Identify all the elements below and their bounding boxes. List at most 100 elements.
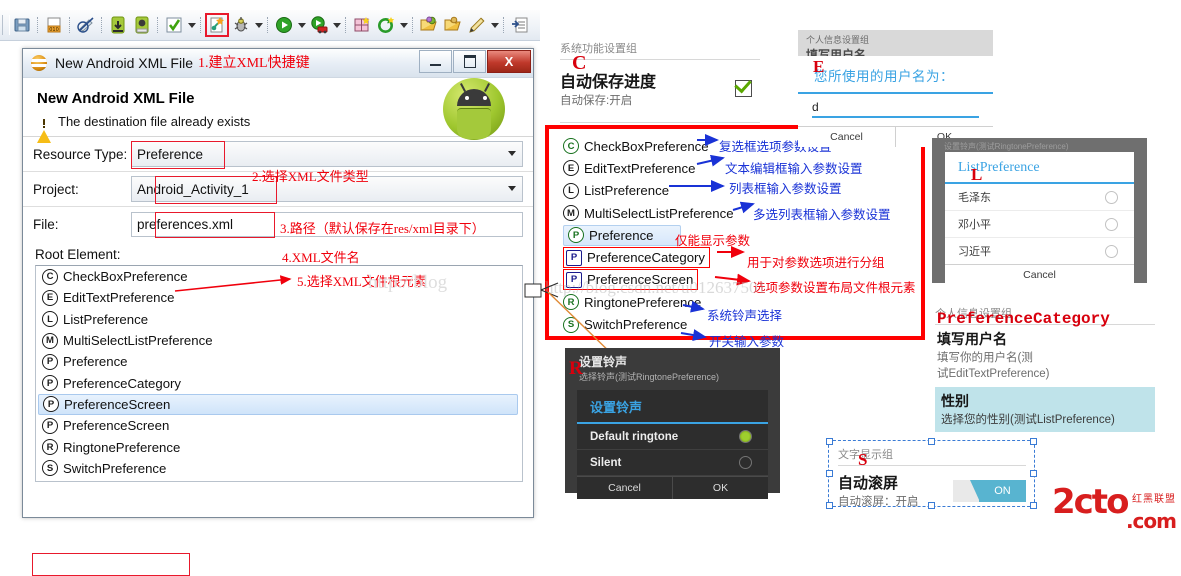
ringtone-ok-button[interactable]: OK [672, 477, 768, 499]
annotation-step-2: 2.选择XML文件类型 [252, 169, 369, 184]
preference-type-icon: P [566, 249, 582, 266]
toolbar-separator [101, 17, 103, 33]
debug-bug-icon[interactable] [230, 14, 252, 36]
annotated-preference-row[interactable]: M MultiSelectListPreference 多选列表框输入参数设置 [557, 201, 921, 224]
annotated-preference-label: Preference [589, 227, 654, 243]
refresh-dropdown-arrow-icon[interactable] [398, 14, 409, 36]
root-element-item-label: PreferenceCategory [63, 375, 182, 391]
root-element-item[interactable]: C CheckBoxPreference [36, 266, 522, 287]
project-value: Android_Activity_1 [137, 181, 249, 197]
overlay-letter-R: R [569, 358, 583, 379]
check-green-icon[interactable] [163, 14, 185, 36]
annotation-step-3: 3.路径（默认保存在res/xml目录下） [280, 221, 485, 236]
root-element-item-label: Preference [63, 354, 128, 370]
root-element-item[interactable]: M MultiSelectListPreference [36, 330, 522, 351]
overlay-letter-L: L [971, 165, 983, 184]
run-icon[interactable] [273, 14, 295, 36]
root-element-item-label: CheckBoxPreference [63, 269, 188, 285]
category-demo-item2[interactable]: 性别 选择您的性别(测试ListPreference) [935, 387, 1155, 432]
annotated-preference-row[interactable]: P PreferenceCategory 用于对参数选项进行分组 [557, 246, 921, 270]
annotated-preference-row[interactable]: P Preference 仅能显示参数 [557, 224, 921, 248]
minimize-button[interactable] [419, 50, 452, 73]
root-element-item[interactable]: P Preference [36, 351, 522, 372]
preference-type-icon: C [42, 268, 58, 285]
root-element-item[interactable]: P PreferenceScreen [38, 393, 518, 416]
no-edit-icon[interactable] [75, 14, 97, 36]
radio-icon[interactable] [739, 456, 752, 469]
annotated-preference-name: M MultiSelectListPreference [563, 205, 734, 222]
root-element-item[interactable]: P PreferenceCategory [36, 372, 522, 393]
preference-type-icon: C [563, 138, 579, 155]
run-dropdown-arrow-icon[interactable] [296, 14, 307, 36]
new-xml-file-icon[interactable] [205, 13, 229, 37]
overlay-letter-E: E [813, 57, 825, 76]
save-icon[interactable] [11, 14, 33, 36]
switch-toggle[interactable]: ON [953, 479, 1026, 502]
export-icon[interactable] [509, 14, 531, 36]
checkbox-demo-summary: 自动保存:开启 [560, 95, 633, 107]
root-element-label: Root Element: [35, 247, 121, 262]
toolbar-separator [345, 17, 347, 33]
root-element-item[interactable]: R RingtonePreference [36, 436, 522, 457]
open-folder2-icon[interactable] [442, 14, 464, 36]
edittext-cancel-button[interactable]: Cancel [798, 127, 895, 147]
list-item[interactable]: 习近平 [945, 238, 1134, 264]
site-logo: 2cto 红黑联盟 .com [1052, 485, 1178, 535]
root-element-item[interactable]: P PreferenceScreen [36, 415, 522, 436]
project-label: Project: [33, 181, 79, 197]
resource-type-combo[interactable]: Preference [131, 141, 523, 167]
ringtone-dialog-card: 设置铃声 Default ringtone Silent Cancel OK [577, 390, 768, 499]
radio-icon-selected[interactable] [739, 430, 752, 443]
binary-010-icon[interactable]: 010 [43, 14, 65, 36]
ringtone-option-row[interactable]: Silent [577, 450, 768, 476]
radio-icon[interactable] [1105, 244, 1118, 258]
overlay-letter-S: S [858, 450, 868, 469]
list-item[interactable]: 毛泽东 [945, 184, 1134, 211]
android-device-icon[interactable] [131, 14, 153, 36]
maximize-button[interactable] [453, 50, 486, 73]
edittext-dialog-input[interactable]: d [812, 100, 979, 118]
new-window-icon[interactable] [351, 14, 373, 36]
root-element-list[interactable]: C CheckBoxPreference E EditTextPreference L L… [35, 265, 523, 482]
close-button[interactable]: X [487, 50, 531, 73]
pencil-dropdown-arrow-icon[interactable] [489, 14, 500, 36]
switch-demo-summary: 自动滚屏：开启 [838, 496, 919, 508]
edittext-preference-demo: 个人信息设置组 填写用户名 您所使用的用户名为： d Cancel OK [798, 30, 993, 147]
preference-type-icon: M [42, 332, 58, 349]
edittext-dialog-title: 您所使用的用户名为： [798, 56, 993, 94]
checkbox-toggle[interactable] [734, 75, 752, 97]
refresh-green-icon[interactable] [375, 14, 397, 36]
root-element-item[interactable]: L ListPreference [36, 309, 522, 330]
list-item-label: 邓小平 [958, 219, 991, 231]
list-item[interactable]: 邓小平 [945, 211, 1134, 238]
preference-type-icon: P [43, 396, 59, 413]
annotated-preference-row[interactable]: E EditTextPreference 文本编辑框输入参数设置 [557, 155, 921, 179]
preference-element-list: C CheckBoxPreference 复选框选项参数设置 E EditTextPre… [549, 129, 921, 349]
dialog-header-area: New Android XML File The destination fil… [23, 78, 533, 143]
checkbox-demo-group: 系统功能设置组 [560, 40, 760, 60]
ringtone-cancel-button[interactable]: Cancel [577, 477, 672, 499]
run-external-dropdown-arrow-icon[interactable] [331, 14, 342, 36]
annotated-preference-row[interactable]: L ListPreference 列表框输入参数设置 [557, 179, 921, 202]
open-folder-icon[interactable] [418, 14, 440, 36]
run-external-icon[interactable] [308, 14, 330, 36]
toolbar-grip[interactable] [2, 15, 10, 35]
pencil-icon[interactable] [466, 14, 488, 36]
annotated-preference-name: P Preference [563, 224, 681, 246]
eclipse-icon [31, 55, 47, 71]
window-controls: X [418, 50, 531, 73]
root-element-item[interactable]: E EditTextPreference [36, 287, 522, 308]
check-dropdown-arrow-icon[interactable] [186, 14, 197, 36]
switch-state-label: ON [970, 479, 1026, 502]
ringtone-option-row[interactable]: Default ringtone [577, 424, 768, 450]
preference-type-icon: E [563, 160, 579, 177]
radio-icon[interactable] [1105, 190, 1118, 204]
radio-icon[interactable] [1105, 217, 1118, 231]
debug-dropdown-arrow-icon[interactable] [253, 14, 264, 36]
chevron-down-icon [508, 186, 516, 191]
list-cancel-button[interactable]: Cancel [945, 265, 1134, 285]
root-element-item-label: MultiSelectListPreference [63, 333, 213, 349]
root-element-item[interactable]: S SwitchPreference [36, 458, 522, 479]
annotated-preference-row[interactable]: S SwitchPreference 开关输入参数 [557, 313, 921, 349]
android-import-icon[interactable] [107, 14, 129, 36]
